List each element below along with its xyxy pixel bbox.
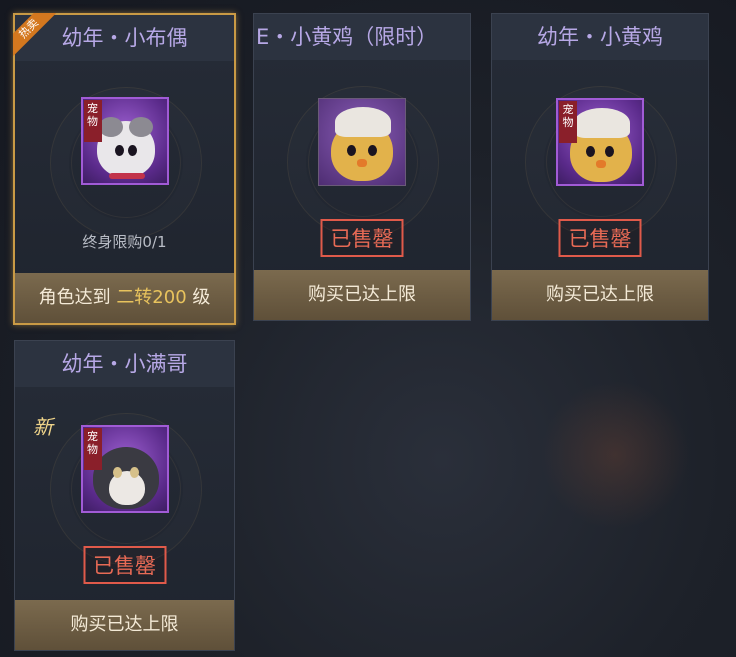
yellow-chick-icon[interactable]: 宠物 bbox=[556, 98, 644, 186]
sold-out-stamp: 已售罄 bbox=[83, 546, 166, 584]
pet-tag: 宠物 bbox=[83, 428, 102, 470]
purchase-limit-footer: 购买已达上限 bbox=[492, 270, 708, 320]
sold-out-stamp: 已售罄 bbox=[320, 219, 404, 257]
card-title: 幼年・小满哥 bbox=[15, 341, 234, 387]
yellow-chick-icon[interactable] bbox=[318, 98, 406, 186]
purchase-limit-text: 终身限购0/1 bbox=[82, 233, 167, 251]
sold-out-stamp: 已售罄 bbox=[558, 219, 642, 257]
card-title: 幼年・小黄鸡 bbox=[492, 14, 708, 60]
new-badge: 新 bbox=[33, 415, 53, 439]
purchase-limit-footer: 购买已达上限 bbox=[254, 270, 470, 320]
shop-card-chick-limited[interactable]: E・小黄鸡（限时） 已售罄 购买已达上限 bbox=[253, 13, 471, 321]
background-glow bbox=[530, 380, 700, 530]
card-title: E・小黄鸡（限时） bbox=[254, 14, 470, 60]
purchase-limit-footer: 购买已达上限 bbox=[15, 600, 234, 650]
pet-tag: 宠物 bbox=[559, 101, 577, 143]
hot-sale-ribbon: 热卖 bbox=[13, 13, 57, 57]
pet-tag: 宠物 bbox=[83, 100, 102, 142]
husky-dog-icon[interactable]: 宠物 bbox=[80, 425, 169, 513]
shop-card-husky[interactable]: 幼年・小满哥 新 宠物 已售罄 购买已达上限 bbox=[14, 340, 235, 651]
requirement-footer: 角色达到 二转200 级 bbox=[15, 273, 234, 323]
ragdoll-cat-icon[interactable]: 宠物 bbox=[80, 97, 169, 185]
shop-card-ragdoll[interactable]: 幼年・小布偶 热卖 宠物 终身限购0/1 角色达到 二转200 级 bbox=[13, 13, 236, 325]
shop-card-chick[interactable]: 幼年・小黄鸡 宠物 已售罄 购买已达上限 bbox=[491, 13, 709, 321]
